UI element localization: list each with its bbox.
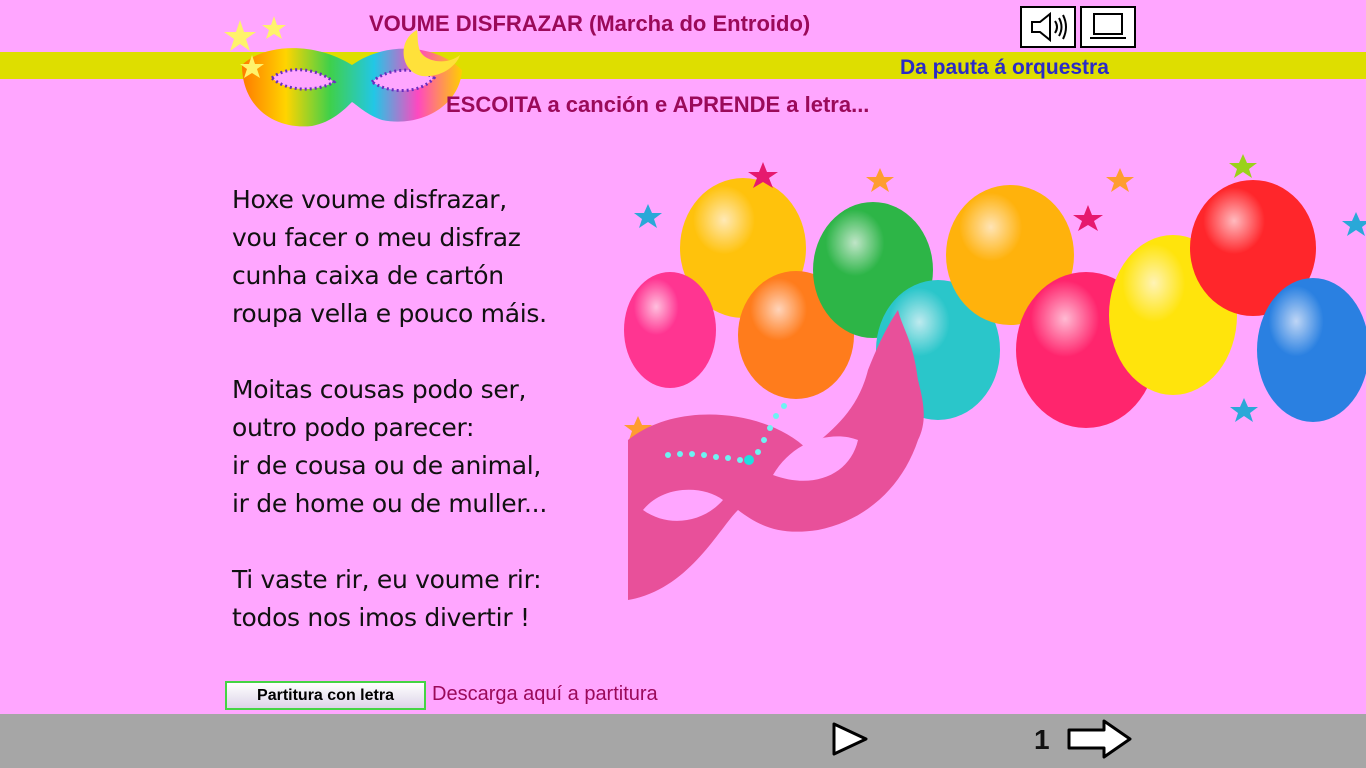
footer-bar bbox=[0, 714, 1366, 768]
header-band bbox=[0, 52, 1366, 79]
next-arrow-icon[interactable] bbox=[1066, 718, 1134, 760]
lyrics-stanza: Moitas cousas podo ser, outro podo parec… bbox=[232, 371, 547, 523]
lyrics-line: roupa vella e pouco máis. bbox=[232, 299, 547, 328]
lyrics-line: cunha caixa de cartón bbox=[232, 261, 504, 290]
sound-button[interactable] bbox=[1020, 6, 1076, 48]
download-score-text: Descarga aquí a partitura bbox=[432, 683, 658, 705]
lyrics-line: vou facer o meu disfraz bbox=[232, 223, 521, 252]
site-subtitle[interactable]: Da pauta á orquestra bbox=[900, 56, 1109, 80]
lyrics-line: outro podo parecer: bbox=[232, 413, 475, 442]
score-with-lyrics-button[interactable]: Partitura con letra bbox=[225, 681, 426, 710]
fullscreen-button[interactable] bbox=[1080, 6, 1136, 48]
lyrics-line: todos nos imos divertir ! bbox=[232, 603, 530, 632]
page-number: 1 bbox=[1034, 724, 1050, 755]
speaker-icon bbox=[1031, 11, 1067, 43]
lyrics-line: Hoxe voume disfrazar, bbox=[232, 185, 507, 214]
instruction-text: ESCOITA a canción e APRENDE a letra... bbox=[446, 92, 870, 117]
song-lyrics: Hoxe voume disfrazar, vou facer o meu di… bbox=[232, 181, 547, 637]
lyrics-line: ir de cousa ou de animal, bbox=[232, 451, 542, 480]
lyrics-line: Ti vaste rir, eu voume rir: bbox=[232, 565, 542, 594]
lyrics-line: Moitas cousas podo ser, bbox=[232, 375, 527, 404]
lyrics-line: ir de home ou de muller... bbox=[232, 489, 547, 518]
play-icon[interactable] bbox=[830, 720, 870, 758]
screen-icon bbox=[1090, 13, 1126, 39]
lyrics-stanza: Ti vaste rir, eu voume rir: todos nos im… bbox=[232, 561, 547, 637]
balloons-illustration bbox=[624, 154, 1366, 600]
lyrics-stanza: Hoxe voume disfrazar, vou facer o meu di… bbox=[232, 181, 547, 333]
page-title: VOUME DISFRAZAR (Marcha do Entroido) bbox=[369, 11, 811, 36]
